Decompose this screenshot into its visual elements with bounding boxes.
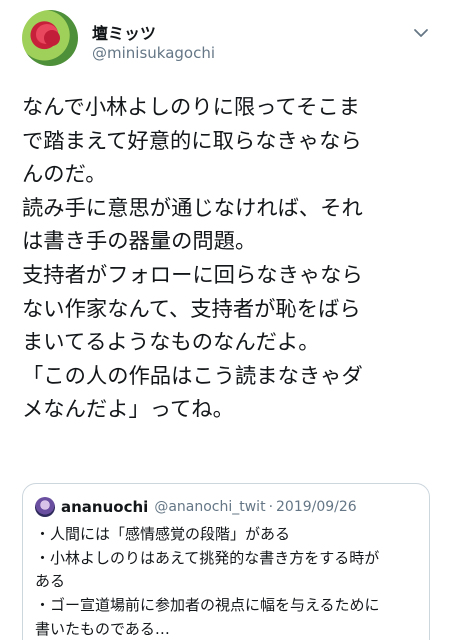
tweet-text-line: 読み手に意思が通じなければ、それ: [22, 195, 363, 221]
tweet-text-line: で踏まえて好意的に取らなきゃなら: [22, 128, 362, 154]
quoted-text-line: ・小林よしのりはあえて挑発的な書き方をする時が: [35, 548, 380, 567]
tweet-header: 壇ミッツ @minisukagochi: [22, 10, 434, 68]
quoted-date: 2019/09/26: [276, 499, 357, 515]
separator-dot: ·: [268, 499, 274, 515]
tweet-text: なんで小林よしのりに限ってそこま で踏まえて好意的に取らなきゃなら んのだ。 読…: [22, 91, 432, 427]
quoted-text-line: ある: [35, 572, 66, 591]
tweet-text-line: なんで小林よしのりに限ってそこま: [22, 95, 360, 120]
quoted-text-line: ・人間には「感情感覚の段階」がある: [35, 525, 291, 543]
tweet-text-line: まいてるようなものなんだよ。: [22, 330, 320, 356]
quoted-text: ・人間には「感情感覚の段階」がある ・小林よしのりはあえて挑発的な書き方をする時…: [35, 523, 417, 640]
chevron-down-icon[interactable]: [412, 24, 430, 42]
rose-center: [44, 30, 60, 46]
tweet-text-line: 支持者がフォローに回らなきゃなら: [22, 262, 363, 288]
tweet: 壇ミッツ @minisukagochi なんで小林よしのりに限ってそこま で踏ま…: [0, 0, 450, 640]
quoted-text-line: ・ゴー宣道場前に参加者の視点に幅を与えるために: [35, 596, 380, 615]
quoted-tweet-header: ananuochi @ananochi_twit · 2019/09/26: [35, 496, 417, 518]
tweet-text-line: メなんだよ」ってね。: [22, 397, 234, 423]
quoted-handle: @ananochi_twit: [154, 499, 266, 515]
quoted-tweet[interactable]: ananuochi @ananochi_twit · 2019/09/26 ・人…: [22, 483, 430, 640]
quoted-avatar: [35, 497, 55, 517]
quoted-display-name: ananuochi: [61, 498, 149, 516]
tweet-text-line: は書き手の器量の問題。: [22, 229, 257, 255]
tweet-text-line: ない作家なんて、支持者が恥をばら: [22, 296, 361, 322]
tweet-text-line: 「この人の作品はこう読まなきゃダ: [22, 363, 363, 389]
display-name[interactable]: 壇ミッツ: [92, 20, 156, 44]
avatar[interactable]: [22, 10, 78, 66]
user-handle[interactable]: @minisukagochi: [92, 44, 215, 62]
tweet-text-line: んのだ。: [22, 162, 107, 188]
quoted-text-line: 書いたものである…: [35, 619, 170, 638]
